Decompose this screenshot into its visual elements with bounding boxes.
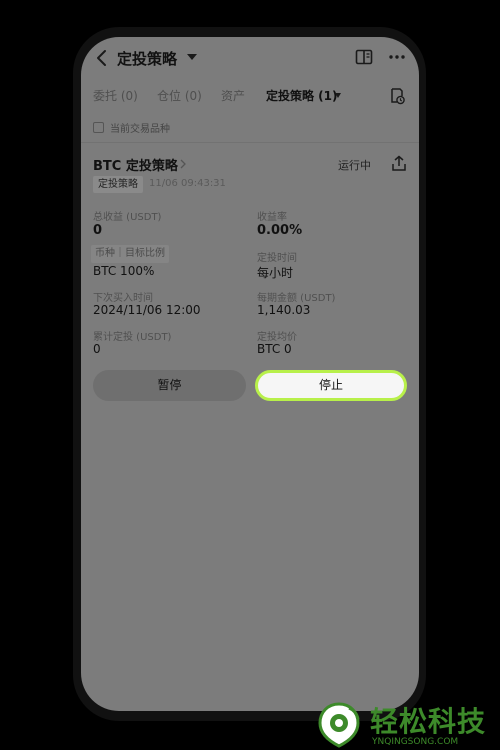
current-symbol-checkbox[interactable]: [93, 122, 104, 133]
average-price-label: 定投均价: [257, 332, 297, 343]
total-profit-label: 总收益 (USDT): [93, 212, 162, 223]
watermark-subtitle: YNQINGSONG.COM: [372, 737, 459, 747]
amount-per-period-label: 每期金额 (USDT): [257, 293, 336, 304]
coin-ratio-label: 币种｜目标比例: [91, 245, 169, 263]
chevron-right-icon[interactable]: [179, 158, 187, 170]
amount-per-period-value: 1,140.03: [257, 303, 311, 317]
schedule-label: 定投时间: [257, 253, 297, 264]
history-icon[interactable]: [389, 87, 405, 105]
page-title[interactable]: 定投策略: [117, 48, 177, 69]
strategy-title[interactable]: BTC 定投策略: [93, 155, 178, 174]
stop-button[interactable]: 停止: [255, 370, 407, 401]
yield-label: 收益率: [257, 212, 287, 223]
watermark: 轻松科技 YNQINGSONG.COM: [312, 700, 500, 750]
next-buy-value: 2024/11/06 12:00: [93, 303, 201, 317]
tab-positions[interactable]: 仓位 (0): [157, 87, 202, 104]
current-symbol-label[interactable]: 当前交易品种: [110, 120, 170, 135]
tab-orders[interactable]: 委托 (0): [93, 87, 138, 104]
tab-assets[interactable]: 资产: [221, 87, 245, 104]
coin-ratio-value: BTC 100%: [93, 264, 155, 278]
total-profit-value: 0: [93, 223, 103, 238]
more-icon[interactable]: [388, 49, 406, 65]
pause-button[interactable]: 暂停: [93, 370, 246, 401]
divider: [81, 142, 419, 143]
strategy-type-tag: 定投策略: [93, 176, 143, 193]
average-price-value: BTC 0: [257, 342, 292, 356]
watermark-title: 轻松科技: [370, 705, 487, 738]
watermark-logo-icon: [318, 702, 360, 748]
yield-value: 0.00%: [257, 223, 303, 238]
created-timestamp: 11/06 09:43:31: [149, 178, 226, 189]
tab-caret-down-icon[interactable]: [335, 93, 341, 98]
status-badge: 运行中: [338, 159, 371, 172]
tab-dca-strategy[interactable]: 定投策略 (1): [266, 87, 338, 104]
book-icon[interactable]: [355, 49, 373, 65]
back-icon[interactable]: [95, 49, 109, 67]
schedule-value: 每小时: [257, 266, 294, 280]
cumulative-value: 0: [93, 342, 101, 356]
caret-down-icon[interactable]: [187, 54, 197, 60]
next-buy-label: 下次买入时间: [93, 293, 153, 304]
cumulative-label: 累计定投 (USDT): [93, 332, 172, 343]
app-screen: 定投策略 委托 (0) 仓位 (0) 资产 定投策略 (1) 当前交易品种 BT…: [81, 37, 419, 711]
share-icon[interactable]: [391, 155, 407, 172]
